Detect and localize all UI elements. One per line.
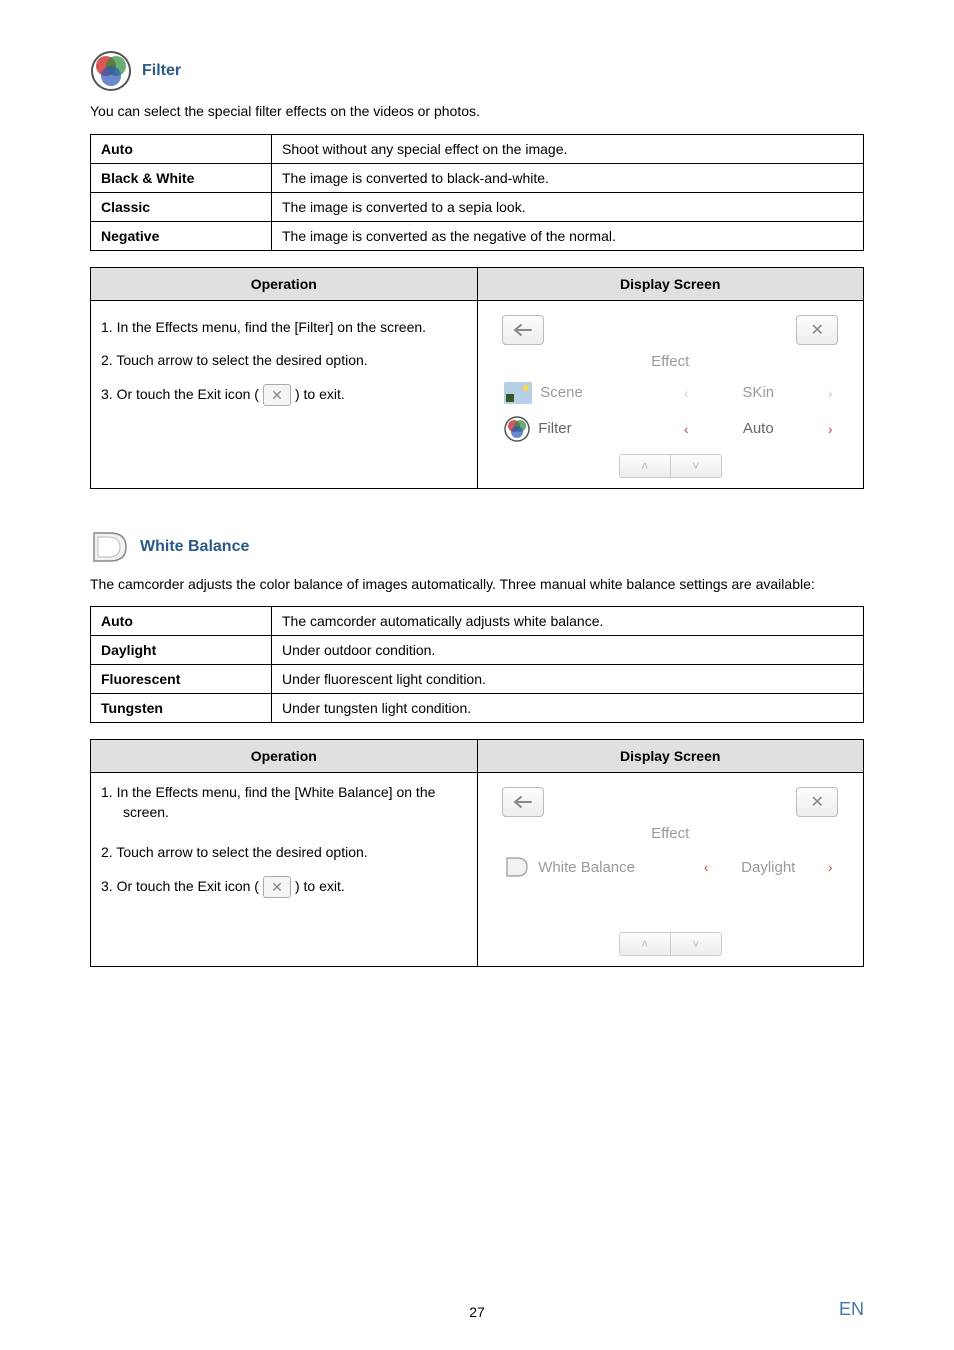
exit-icon: ✕ [263, 876, 291, 898]
option-name: Auto [91, 134, 272, 163]
down-button[interactable]: ˅ [670, 454, 722, 478]
white-balance-icon [90, 529, 130, 565]
white-balance-heading: White Balance [140, 538, 249, 556]
scene-icon [504, 382, 532, 404]
step-2: 2. Touch arrow to select the desired opt… [101, 836, 467, 870]
close-button[interactable]: ✕ [796, 315, 838, 345]
option-desc: The image is converted to black-and-whit… [272, 163, 864, 192]
option-desc: Under fluorescent light condition. [272, 665, 864, 694]
step-2: 2. Touch arrow to select the desired opt… [101, 344, 467, 378]
table-row: Negative The image is converted as the n… [91, 221, 864, 250]
option-desc: The camcorder automatically adjusts whit… [272, 607, 864, 636]
row-label: Filter [538, 420, 571, 437]
display-header: Display Screen [477, 267, 864, 300]
filter-heading: Filter [142, 62, 181, 80]
down-button[interactable]: ˅ [670, 932, 722, 956]
white-balance-intro: The camcorder adjusts the color balance … [90, 575, 864, 595]
filter-icon [504, 416, 530, 442]
up-button[interactable]: ˄ [619, 932, 670, 956]
option-name: Daylight [91, 636, 272, 665]
display-screen-white-balance: ✕ Effect White Balance ‹ [500, 783, 840, 956]
table-row: Auto The camcorder automatically adjusts… [91, 607, 864, 636]
step-1-cont: screen. [101, 803, 467, 823]
option-name: Fluorescent [91, 665, 272, 694]
white-balance-icon [504, 854, 530, 880]
list-item: Scene ‹ SKin › [500, 376, 840, 410]
table-row: Auto Shoot without any special effect on… [91, 134, 864, 163]
white-balance-options-table: Auto The camcorder automatically adjusts… [90, 606, 864, 723]
list-item: White Balance ‹ Daylight › [500, 848, 840, 886]
option-desc: The image is converted as the negative o… [272, 221, 864, 250]
table-row: Classic The image is converted to a sepi… [91, 192, 864, 221]
chevron-left-icon[interactable]: ‹ [680, 385, 692, 401]
filter-operation-table: Operation Display Screen 1. In the Effec… [90, 267, 864, 489]
up-button[interactable]: ˄ [619, 454, 670, 478]
filter-options-table: Auto Shoot without any special effect on… [90, 134, 864, 251]
table-row: Fluorescent Under fluorescent light cond… [91, 665, 864, 694]
row-value: Auto [728, 420, 788, 437]
filter-intro: You can select the special filter effect… [90, 102, 864, 122]
operation-header: Operation [91, 267, 478, 300]
option-name: Negative [91, 221, 272, 250]
back-button[interactable] [502, 787, 544, 817]
step-1: 1. In the Effects menu, find the [Filter… [101, 311, 467, 345]
chevron-right-icon[interactable]: › [824, 421, 836, 437]
option-name: Classic [91, 192, 272, 221]
row-label: Scene [540, 384, 583, 401]
filter-icon [90, 50, 132, 92]
screen-title: Effect [500, 825, 840, 842]
screen-title: Effect [500, 353, 840, 370]
option-desc: The image is converted to a sepia look. [272, 192, 864, 221]
row-value: SKin [728, 384, 788, 401]
page-number: 27 [0, 1304, 954, 1320]
option-desc: Under outdoor condition. [272, 636, 864, 665]
row-label: White Balance [538, 859, 635, 876]
white-balance-operation-table: Operation Display Screen 1. In the Effec… [90, 739, 864, 967]
option-desc: Shoot without any special effect on the … [272, 134, 864, 163]
display-header: Display Screen [477, 740, 864, 773]
language-tag: EN [839, 1299, 864, 1320]
table-row: Tungsten Under tungsten light condition. [91, 694, 864, 723]
option-desc: Under tungsten light condition. [272, 694, 864, 723]
step-1: 1. In the Effects menu, find the [White … [101, 783, 467, 803]
row-value: Daylight [738, 859, 798, 876]
table-row: Black & White The image is converted to … [91, 163, 864, 192]
step-3: 3. Or touch the Exit icon ( ✕ ) to exit. [101, 870, 467, 904]
chevron-left-icon[interactable]: ‹ [700, 859, 712, 875]
list-item: Filter ‹ Auto › [500, 410, 840, 448]
display-screen-filter: ✕ Effect Scene ‹ SKin › [500, 311, 840, 478]
operation-header: Operation [91, 740, 478, 773]
exit-icon: ✕ [263, 384, 291, 406]
step-3: 3. Or touch the Exit icon ( ✕ ) to exit. [101, 378, 467, 412]
close-button[interactable]: ✕ [796, 787, 838, 817]
chevron-right-icon[interactable]: › [824, 385, 836, 401]
chevron-right-icon[interactable]: › [824, 859, 836, 875]
option-name: Black & White [91, 163, 272, 192]
option-name: Tungsten [91, 694, 272, 723]
option-name: Auto [91, 607, 272, 636]
table-row: Daylight Under outdoor condition. [91, 636, 864, 665]
back-button[interactable] [502, 315, 544, 345]
chevron-left-icon[interactable]: ‹ [680, 421, 692, 437]
